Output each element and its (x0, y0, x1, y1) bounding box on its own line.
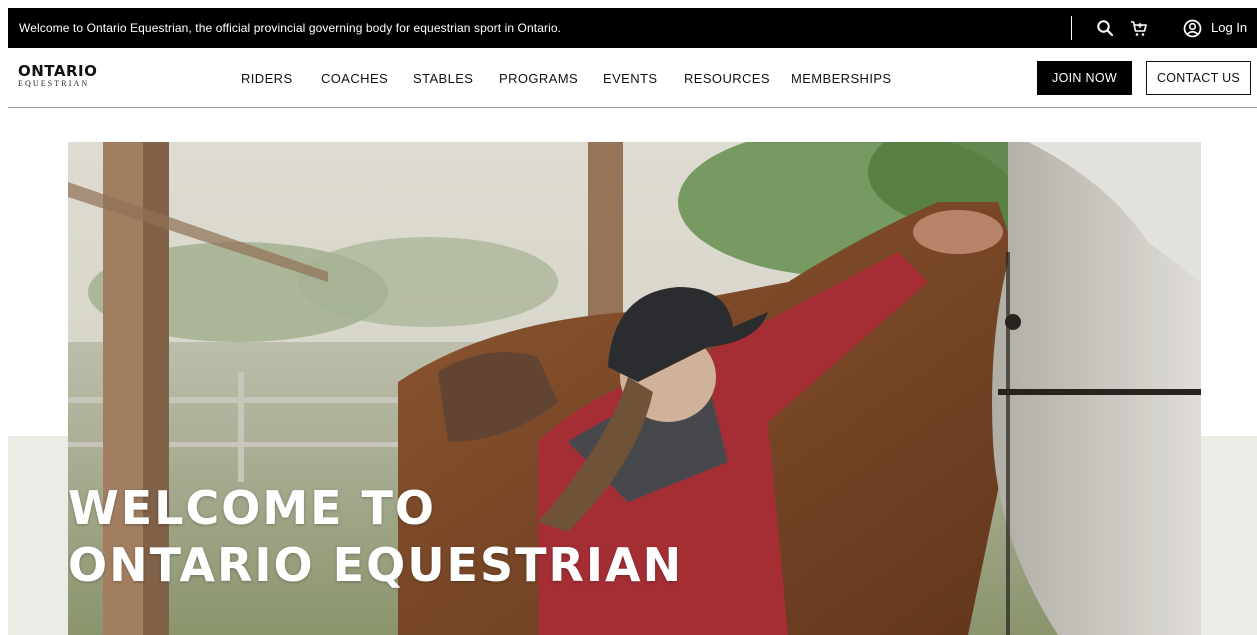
nav-item-events[interactable]: EVENTS (603, 71, 657, 86)
logo-line2: EQUESTRIAN (18, 79, 90, 88)
search-icon[interactable] (1094, 17, 1116, 39)
nav-item-resources[interactable]: RESOURCES (684, 71, 770, 86)
contact-us-button[interactable]: CONTACT US (1146, 61, 1251, 95)
login-link[interactable]: Log In (1211, 20, 1247, 35)
logo-line1: ONTARIO (18, 62, 98, 80)
hero-title: WELCOME TO ONTARIO EQUESTRIAN (68, 480, 683, 594)
site-logo[interactable]: ONTARIO EQUESTRIAN (18, 64, 97, 89)
nav-item-stables[interactable]: STABLES (413, 71, 473, 86)
nav-item-memberships[interactable]: MEMBERSHIPS (791, 71, 891, 86)
main-navigation: ONTARIO EQUESTRIAN RIDERS COACHES STABLE… (8, 48, 1257, 108)
hero-title-line2: ONTARIO EQUESTRIAN (68, 538, 684, 592)
cart-icon[interactable] (1128, 17, 1150, 39)
welcome-message: Welcome to Ontario Equestrian, the offic… (19, 21, 562, 35)
topbar-divider (1071, 16, 1072, 40)
user-circle-icon[interactable] (1181, 17, 1203, 39)
hero-title-line1: WELCOME TO (68, 481, 437, 535)
nav-item-programs[interactable]: PROGRAMS (499, 71, 578, 86)
nav-item-coaches[interactable]: COACHES (321, 71, 388, 86)
nav-item-riders[interactable]: RIDERS (241, 71, 293, 86)
announcement-bar: Welcome to Ontario Equestrian, the offic… (8, 8, 1257, 48)
join-now-button[interactable]: JOIN NOW (1037, 61, 1132, 95)
